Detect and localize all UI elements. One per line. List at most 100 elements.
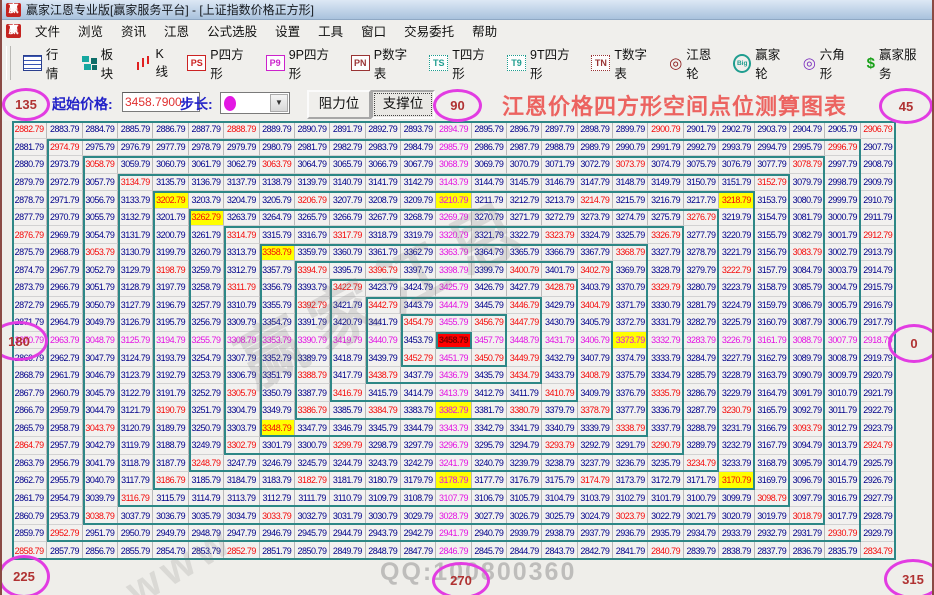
grid-cell-r21c20[interactable]: 3171.79 [684,472,719,490]
grid-cell-r12c16[interactable]: 3430.79 [542,314,577,332]
grid-cell-r24c16[interactable]: 2938.79 [542,525,577,543]
grid-cell-r7c9[interactable]: 3316.79 [295,226,330,244]
grid-cell-r4c25[interactable]: 2909.79 [861,174,896,192]
grid-cell-r24c6[interactable]: 2948.79 [189,525,224,543]
grid-cell-r19c13[interactable]: 3296.79 [436,437,471,455]
grid-cell-r9c19[interactable]: 3328.79 [648,261,683,279]
grid-cell-r13c7[interactable]: 3308.79 [224,332,259,350]
grid-cell-r16c14[interactable]: 3412.79 [472,384,507,402]
grid-cell-r14c23[interactable]: 3089.79 [790,349,825,367]
grid-cell-r19c1[interactable]: 2864.79 [12,437,47,455]
grid-cell-r19c12[interactable]: 3297.79 [401,437,436,455]
grid-cell-r24c11[interactable]: 2943.79 [366,525,401,543]
grid-cell-r11c2[interactable]: 2965.79 [47,297,82,315]
grid-cell-r11c15[interactable]: 3446.79 [507,297,542,315]
grid-cell-r9c3[interactable]: 3052.79 [83,261,118,279]
grid-cell-r14c6[interactable]: 3254.79 [189,349,224,367]
grid-cell-r5c12[interactable]: 3209.79 [401,191,436,209]
grid-cell-r6c14[interactable]: 3270.79 [472,209,507,227]
grid-cell-r4c1[interactable]: 2879.79 [12,174,47,192]
grid-cell-r15c6[interactable]: 3253.79 [189,367,224,385]
grid-cell-r7c2[interactable]: 2969.79 [47,226,82,244]
grid-cell-r4c21[interactable]: 3151.79 [719,174,754,192]
grid-cell-r11c17[interactable]: 3404.79 [578,297,613,315]
grid-cell-r16c4[interactable]: 3122.79 [118,384,153,402]
grid-cell-r17c3[interactable]: 3044.79 [83,402,118,420]
grid-cell-r8c16[interactable]: 3366.79 [542,244,577,262]
grid-cell-r16c3[interactable]: 3045.79 [83,384,118,402]
grid-cell-r5c17[interactable]: 3214.79 [578,191,613,209]
grid-cell-r13c11[interactable]: 3440.79 [366,332,401,350]
grid-cell-r25c25[interactable]: 2834.79 [861,542,896,560]
grid-cell-r3c24[interactable]: 2997.79 [825,156,860,174]
grid-cell-r21c24[interactable]: 3015.79 [825,472,860,490]
grid-cell-r10c4[interactable]: 3128.79 [118,279,153,297]
grid-cell-r16c23[interactable]: 3091.79 [790,384,825,402]
grid-cell-r5c5[interactable]: 3202.79 [153,191,188,209]
grid-cell-r21c18[interactable]: 3173.79 [613,472,648,490]
menu-item-窗口[interactable]: 窗口 [352,23,395,41]
grid-cell-r17c23[interactable]: 3092.79 [790,402,825,420]
grid-cell-r21c15[interactable]: 3176.79 [507,472,542,490]
grid-cell-r19c7[interactable]: 3302.79 [224,437,259,455]
grid-cell-r13c22[interactable]: 3161.79 [755,332,790,350]
grid-cell-r5c24[interactable]: 2999.79 [825,191,860,209]
grid-cell-r2c21[interactable]: 2993.79 [719,139,754,157]
grid-cell-r3c19[interactable]: 3074.79 [648,156,683,174]
grid-cell-r25c11[interactable]: 2848.79 [366,542,401,560]
grid-cell-r7c8[interactable]: 3315.79 [260,226,295,244]
grid-cell-r24c24[interactable]: 2930.79 [825,525,860,543]
grid-cell-r14c9[interactable]: 3389.79 [295,349,330,367]
grid-cell-r11c4[interactable]: 3127.79 [118,297,153,315]
grid-cell-r20c7[interactable]: 3247.79 [224,455,259,473]
grid-cell-r13c10[interactable]: 3419.79 [330,332,365,350]
grid-cell-r18c4[interactable]: 3120.79 [118,420,153,438]
grid-cell-r6c10[interactable]: 3266.79 [330,209,365,227]
grid-cell-r1c25[interactable]: 2906.79 [861,121,896,139]
grid-cell-r19c18[interactable]: 3291.79 [613,437,648,455]
grid-cell-r5c16[interactable]: 3213.79 [542,191,577,209]
grid-cell-r17c8[interactable]: 3349.79 [260,402,295,420]
grid-cell-r9c20[interactable]: 3279.79 [684,261,719,279]
grid-cell-r17c17[interactable]: 3378.79 [578,402,613,420]
grid-cell-r11c12[interactable]: 3443.79 [401,297,436,315]
grid-cell-r5c3[interactable]: 3056.79 [83,191,118,209]
grid-cell-r1c5[interactable]: 2886.79 [153,121,188,139]
grid-cell-r5c6[interactable]: 3203.79 [189,191,224,209]
grid-cell-r6c12[interactable]: 3268.79 [401,209,436,227]
grid-cell-r12c15[interactable]: 3447.79 [507,314,542,332]
grid-cell-r11c16[interactable]: 3429.79 [542,297,577,315]
grid-cell-r13c2[interactable]: 2963.79 [47,332,82,350]
grid-cell-r3c7[interactable]: 3062.79 [224,156,259,174]
grid-cell-r9c2[interactable]: 2967.79 [47,261,82,279]
grid-cell-r9c13[interactable]: 3398.79 [436,261,471,279]
grid-cell-r23c4[interactable]: 3037.79 [118,507,153,525]
grid-cell-r13c9[interactable]: 3390.79 [295,332,330,350]
grid-cell-r20c19[interactable]: 3235.79 [648,455,683,473]
grid-cell-r13c8[interactable]: 3353.79 [260,332,295,350]
grid-cell-r1c17[interactable]: 2898.79 [578,121,613,139]
grid-cell-r2c23[interactable]: 2995.79 [790,139,825,157]
grid-cell-r5c11[interactable]: 3208.79 [366,191,401,209]
grid-cell-r2c4[interactable]: 2976.79 [118,139,153,157]
grid-cell-r7c11[interactable]: 3318.79 [366,226,401,244]
grid-cell-r9c6[interactable]: 3259.79 [189,261,224,279]
grid-cell-r10c17[interactable]: 3403.79 [578,279,613,297]
grid-cell-r8c9[interactable]: 3359.79 [295,244,330,262]
dropdown-arrow-icon[interactable]: ▼ [270,94,288,112]
grid-cell-r12c12[interactable]: 3454.79 [401,314,436,332]
grid-cell-r16c18[interactable]: 3376.79 [613,384,648,402]
grid-cell-r16c11[interactable]: 3415.79 [366,384,401,402]
grid-cell-r25c12[interactable]: 2847.79 [401,542,436,560]
grid-cell-r3c25[interactable]: 2908.79 [861,156,896,174]
grid-cell-r6c9[interactable]: 3265.79 [295,209,330,227]
grid-cell-r15c20[interactable]: 3285.79 [684,367,719,385]
grid-cell-r17c24[interactable]: 3011.79 [825,402,860,420]
grid-cell-r8c11[interactable]: 3361.79 [366,244,401,262]
grid-cell-r18c16[interactable]: 3340.79 [542,420,577,438]
grid-cell-r8c24[interactable]: 3002.79 [825,244,860,262]
grid-cell-r7c15[interactable]: 3322.79 [507,226,542,244]
grid-cell-r8c12[interactable]: 3362.79 [401,244,436,262]
grid-cell-r20c24[interactable]: 3014.79 [825,455,860,473]
grid-cell-r13c21[interactable]: 3226.79 [719,332,754,350]
